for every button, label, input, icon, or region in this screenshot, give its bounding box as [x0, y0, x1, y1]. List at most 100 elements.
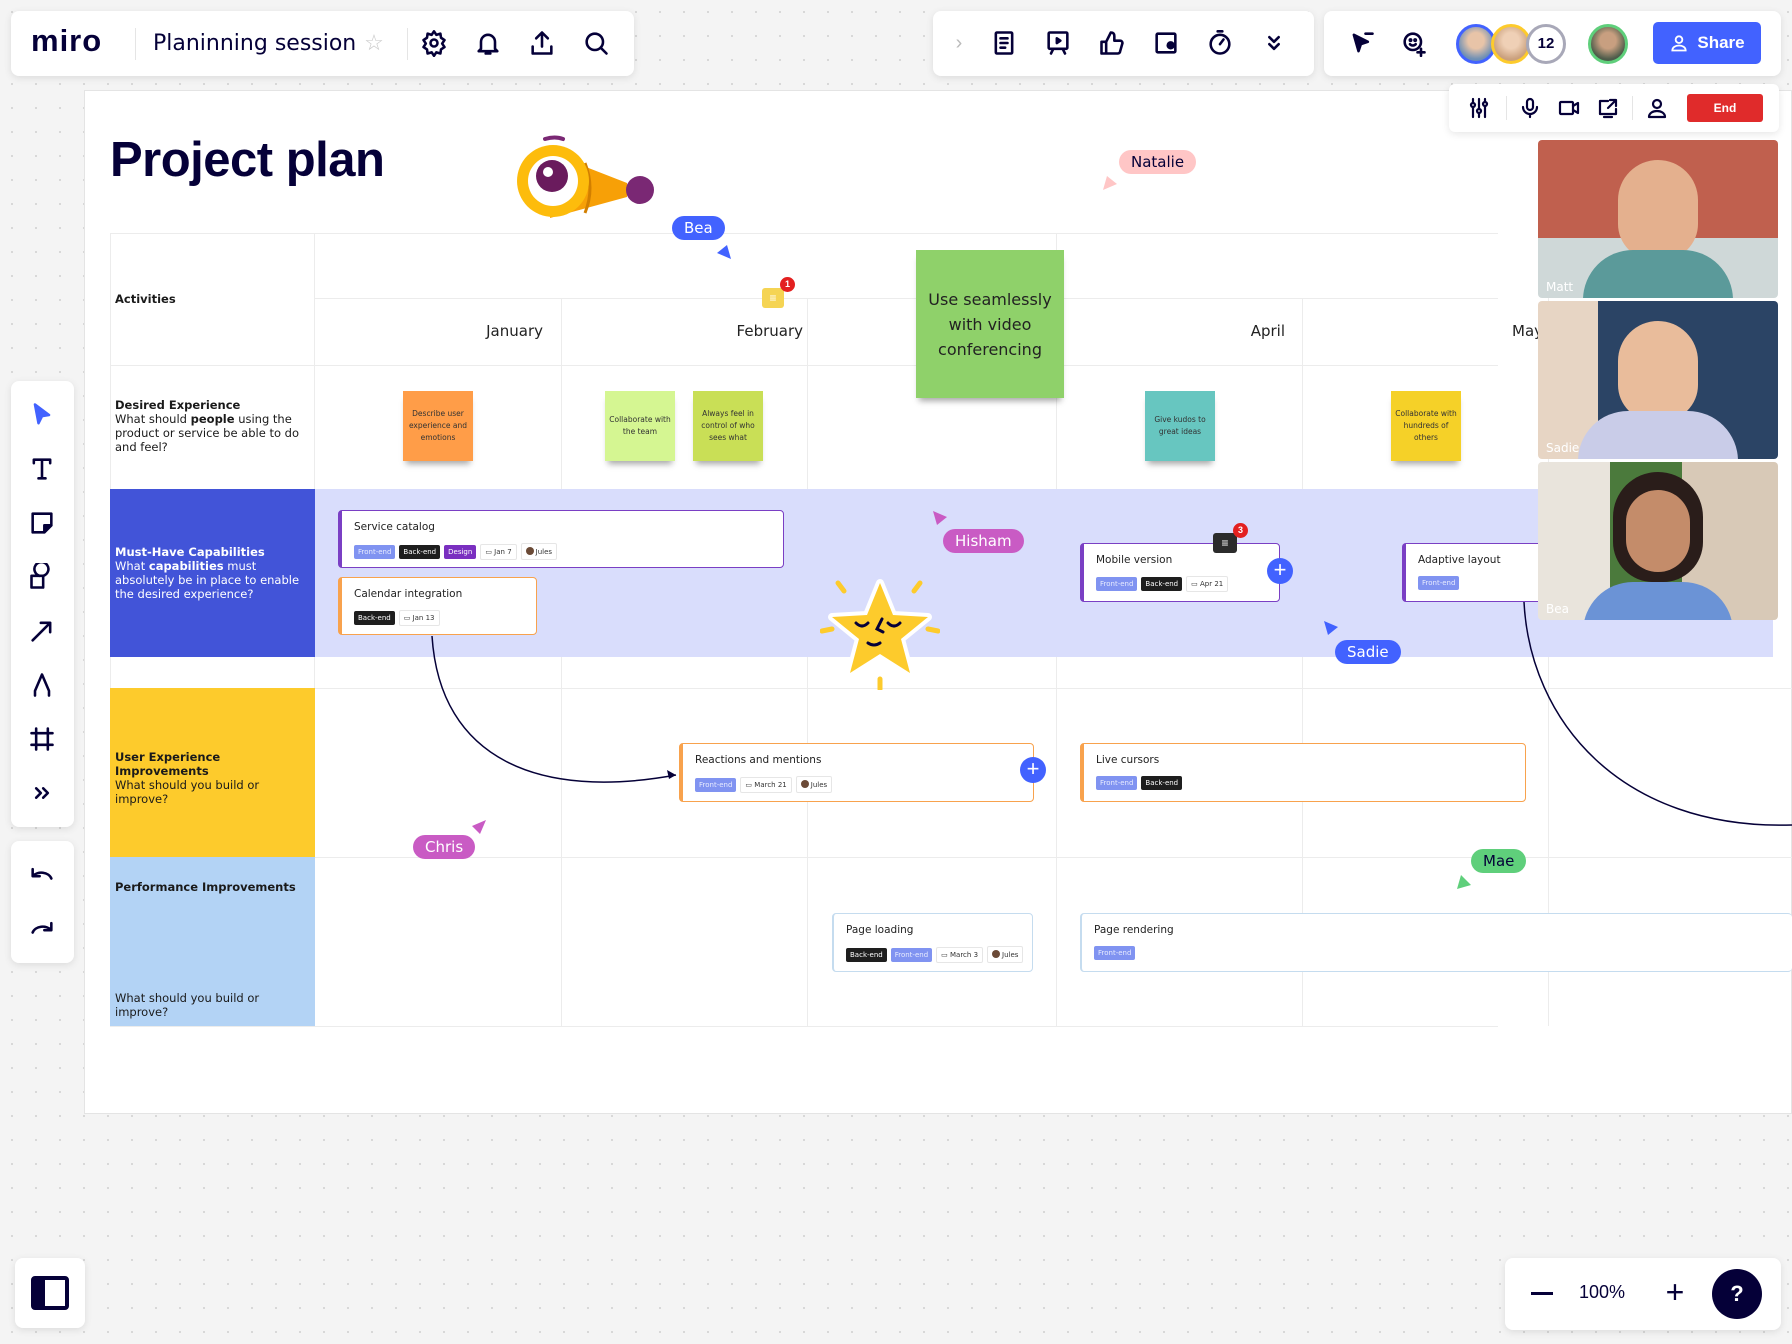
settings-sliders-icon[interactable] [1465, 94, 1493, 122]
tag-back-end: Back-end [354, 611, 395, 625]
due-date: ▭ March 21 [740, 776, 792, 793]
avatar [525, 547, 534, 555]
card-title: Reactions and mentions [695, 754, 822, 766]
cursor-arrow-icon [1103, 176, 1117, 190]
row-header-desired-experience: Desired Experience What should people us… [110, 398, 315, 454]
frame-icon[interactable] [22, 719, 62, 759]
timer-icon[interactable] [1200, 23, 1240, 63]
comment-icon[interactable]: ≡ [762, 288, 784, 308]
card-icon[interactable] [1146, 23, 1186, 63]
card-calendar-integration[interactable]: Calendar integration Back-end ▭ Jan 13 [338, 577, 537, 635]
tag-front-end: Front-end [890, 947, 933, 962]
presentation-icon[interactable] [1038, 23, 1078, 63]
sticky-note[interactable]: Always feel in control of who sees what [693, 391, 763, 461]
avatar [992, 950, 1001, 958]
month-february: February [736, 322, 803, 340]
card-title: Calendar integration [354, 588, 463, 600]
bell-icon[interactable] [468, 23, 508, 63]
share-button[interactable]: Share [1653, 22, 1761, 64]
board-title[interactable]: Planinning session [153, 31, 356, 56]
help-button[interactable]: ? [1712, 1269, 1762, 1319]
calendar-icon: ▭ [403, 614, 411, 622]
calendar-icon: ▭ [1191, 580, 1198, 588]
row-header-performance-title: Performance Improvements [115, 880, 296, 894]
shapes-icon[interactable] [22, 557, 62, 597]
thumbs-up-icon[interactable] [1092, 23, 1132, 63]
person-icon[interactable] [1643, 94, 1671, 122]
cursor-label-natalie: Natalie [1119, 150, 1197, 174]
participant-name: Matt [1546, 280, 1574, 294]
participant-face [1618, 160, 1698, 260]
card-service-catalog[interactable]: Service catalog Front-end Back-end Desig… [338, 510, 784, 568]
assignee: Jules [987, 946, 1024, 963]
chevron-right-icon[interactable]: › [949, 31, 969, 55]
video-tile-matt[interactable]: Matt [1538, 140, 1778, 298]
tag-back-end: Back-end [846, 947, 887, 962]
activities-header: Activities [115, 292, 176, 306]
sticky-note[interactable]: Collaborate with the team [605, 391, 675, 461]
screen-share-icon[interactable] [1594, 94, 1622, 122]
participant-name: Sadie [1546, 441, 1580, 455]
sticky-note[interactable]: Give kudos to great ideas [1145, 391, 1215, 461]
assignee-name: Jules [810, 781, 828, 789]
grid-line [561, 298, 562, 1026]
end-call-button[interactable]: End [1687, 94, 1763, 122]
card-page-rendering[interactable]: Page rendering Front-end [1080, 913, 1792, 972]
video-tile-sadie[interactable]: Sadie [1538, 301, 1778, 459]
card-mobile-version[interactable]: Mobile version Front-end Back-end ▭ Apr … [1080, 543, 1280, 602]
divider [407, 28, 408, 60]
share-label: Share [1697, 33, 1745, 52]
card-adaptive-layout[interactable]: Adaptive layout Front-end [1402, 543, 1552, 602]
upload-icon[interactable] [522, 23, 562, 63]
add-card-button[interactable]: + [1267, 558, 1293, 584]
grid-line [315, 298, 1498, 299]
star-icon[interactable]: ☆ [361, 30, 387, 56]
avatar[interactable] [1491, 24, 1531, 64]
cursor-label-sadie: Sadie [1335, 640, 1401, 664]
star-sticker[interactable] [820, 575, 940, 690]
card-live-cursors[interactable]: Live cursors Front-end Back-end [1080, 743, 1526, 802]
arrow-icon[interactable] [22, 611, 62, 651]
card-reactions-and-mentions[interactable]: Reactions and mentions Front-end ▭ March… [679, 743, 1034, 802]
cursor-filter-icon[interactable] [1342, 23, 1382, 63]
sticky-note[interactable]: Use seamlessly with video conferencing [916, 250, 1064, 398]
search-icon[interactable] [576, 23, 616, 63]
pen-icon[interactable] [22, 665, 62, 705]
select-icon[interactable] [22, 395, 62, 435]
date-text: March 21 [754, 780, 787, 789]
notes-icon[interactable] [984, 23, 1024, 63]
sticky-note-icon[interactable] [22, 503, 62, 543]
telescope-sticker[interactable] [515, 133, 665, 225]
collaborator-count[interactable]: 12 [1526, 24, 1566, 64]
add-reaction-icon[interactable] [1394, 23, 1434, 63]
redo-icon[interactable] [22, 909, 62, 949]
cursor-label-chris: Chris [413, 835, 476, 859]
more-icon[interactable] [1254, 23, 1294, 63]
camera-icon[interactable] [1555, 94, 1583, 122]
zoom-level[interactable]: 100% [1579, 1282, 1625, 1303]
participant-body [1583, 250, 1733, 298]
undo-icon[interactable] [22, 855, 62, 895]
add-card-button[interactable]: + [1020, 757, 1046, 783]
avatar[interactable] [1588, 24, 1628, 64]
more-tools-icon[interactable] [22, 773, 62, 813]
card-page-loading[interactable]: Page loading Back-end Front-end ▭ March … [832, 913, 1033, 972]
grid-line [110, 857, 1792, 858]
zoom-out-button[interactable] [1525, 1276, 1559, 1310]
zoom-in-button[interactable]: + [1658, 1276, 1692, 1310]
settings-icon[interactable] [414, 23, 454, 63]
sticky-note[interactable]: Describe user experience and emotions [403, 391, 473, 461]
comment-icon[interactable]: ≡ [1213, 533, 1237, 553]
tag-back-end: Back-end [1141, 577, 1183, 591]
participant-face [1626, 490, 1690, 572]
avatar[interactable] [1456, 24, 1496, 64]
miro-logo[interactable]: miro [31, 23, 102, 59]
tag-front-end: Front-end [1096, 577, 1138, 591]
due-date: ▭ Apr 21 [1186, 576, 1229, 592]
text-icon[interactable] [22, 449, 62, 489]
microphone-icon[interactable] [1516, 94, 1544, 122]
assignee-name: Jules [1002, 951, 1019, 959]
sticky-note[interactable]: Collaborate with hundreds of others [1391, 391, 1461, 461]
video-tile-bea[interactable]: Bea [1538, 462, 1778, 620]
board-list-button[interactable] [15, 1258, 85, 1328]
